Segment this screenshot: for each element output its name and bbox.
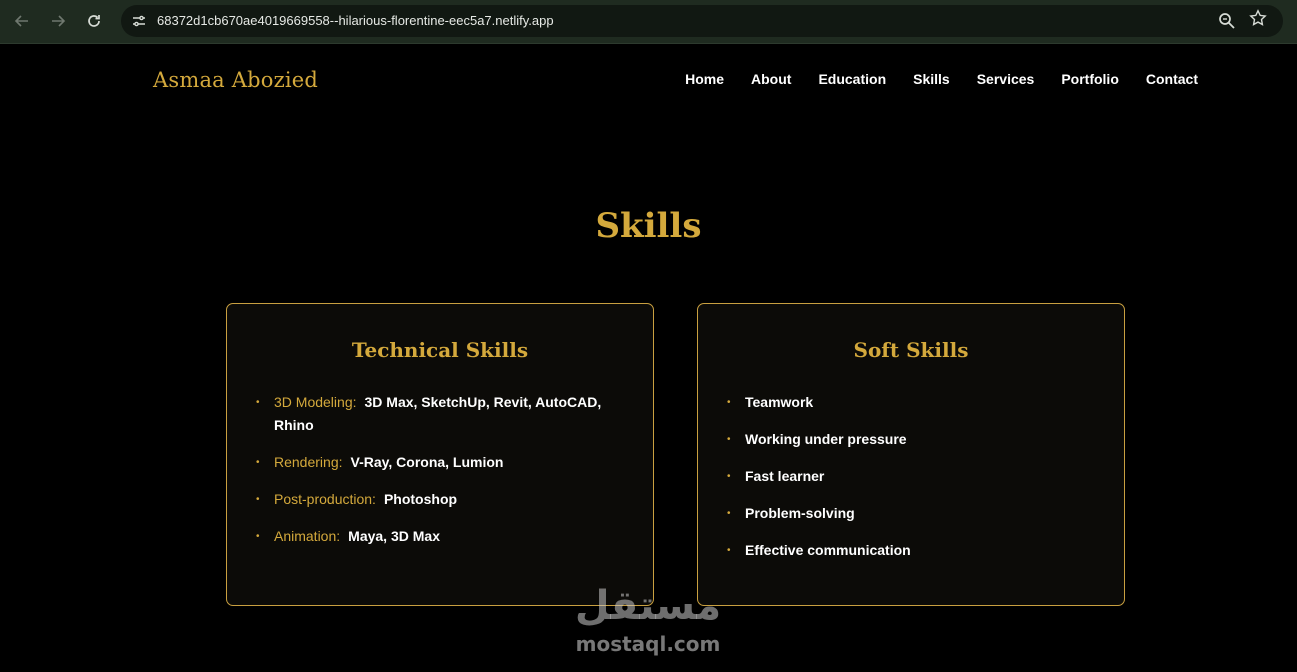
technical-skills-list: 3D Modeling:3D Max, SketchUp, Revit, Aut… — [256, 391, 613, 562]
list-item: Post-production: Photoshop — [256, 488, 613, 511]
skill-value: Photoshop — [383, 491, 458, 507]
soft-skills-list: Teamwork Working under pressure Fast lea… — [727, 391, 1084, 576]
list-item: 3D Modeling:3D Max, SketchUp, Revit, Aut… — [256, 391, 613, 437]
skill-value: Fast learner — [745, 468, 825, 484]
list-item: Problem-solving — [727, 502, 1084, 525]
nav-skills[interactable]: Skills — [913, 71, 950, 87]
nav-education[interactable]: Education — [818, 71, 886, 87]
list-item: Working under pressure — [727, 428, 1084, 451]
skill-value: Effective communication — [745, 542, 911, 558]
skill-label: Rendering: — [274, 454, 343, 470]
skill-label: Post-production: — [274, 491, 376, 507]
list-item: Teamwork — [727, 391, 1084, 414]
back-button[interactable] — [8, 8, 36, 34]
zoom-icon — [1219, 13, 1235, 29]
nav-home[interactable]: Home — [685, 71, 724, 87]
section-title: Skills — [595, 206, 702, 246]
skill-value: Working under pressure — [745, 431, 907, 447]
technical-skills-card: Technical Skills 3D Modeling:3D Max, Ske… — [226, 303, 654, 606]
list-item: Animation: Maya, 3D Max — [256, 525, 613, 548]
watermark-latin: mostaql.com — [575, 632, 721, 656]
skill-label: Animation: — [274, 528, 341, 544]
bookmark-button[interactable] — [1247, 9, 1269, 31]
tune-icon — [133, 15, 145, 27]
url-text[interactable]: 68372d1cb670ae4019669558--hilarious-flor… — [157, 13, 554, 28]
nav-services[interactable]: Services — [977, 71, 1035, 87]
brand-logo[interactable]: Asmaa Abozied — [153, 68, 318, 92]
reload-icon — [88, 15, 100, 27]
nav-contact[interactable]: Contact — [1146, 71, 1198, 87]
skill-value: Maya, 3D Max — [348, 528, 440, 544]
browser-toolbar: 68372d1cb670ae4019669558--hilarious-flor… — [0, 0, 1297, 44]
list-item: Rendering: V-Ray, Corona, Lumion — [256, 451, 613, 474]
site-header: Asmaa Abozied Home About Education Skill… — [0, 44, 1297, 116]
list-item: Effective communication — [727, 539, 1084, 562]
watermark-arabic: مستقل — [574, 583, 722, 629]
arrow-left-icon — [14, 15, 28, 27]
skill-value: Teamwork — [745, 394, 814, 410]
reload-button[interactable] — [80, 8, 108, 34]
soft-skills-card: Soft Skills Teamwork Working under press… — [697, 303, 1125, 606]
forward-button[interactable] — [44, 8, 72, 34]
nav-portfolio[interactable]: Portfolio — [1061, 71, 1119, 87]
skill-value: Problem-solving — [745, 505, 855, 521]
nav-about[interactable]: About — [751, 71, 791, 87]
skill-value: V-Ray, Corona, Lumion — [350, 454, 504, 470]
site-info-button[interactable] — [129, 11, 149, 31]
zoom-button[interactable] — [1217, 11, 1237, 31]
arrow-right-icon — [52, 15, 66, 27]
card-title: Technical Skills — [351, 338, 529, 362]
skill-label: 3D Modeling: — [274, 394, 357, 410]
main-nav: Home About Education Skills Services Por… — [685, 71, 1198, 87]
list-item: Fast learner — [727, 465, 1084, 488]
address-bar[interactable]: 68372d1cb670ae4019669558--hilarious-flor… — [121, 5, 1283, 37]
star-icon — [1249, 9, 1267, 26]
watermark: مستقل mostaql.com — [568, 584, 728, 664]
card-title: Soft Skills — [853, 338, 969, 362]
